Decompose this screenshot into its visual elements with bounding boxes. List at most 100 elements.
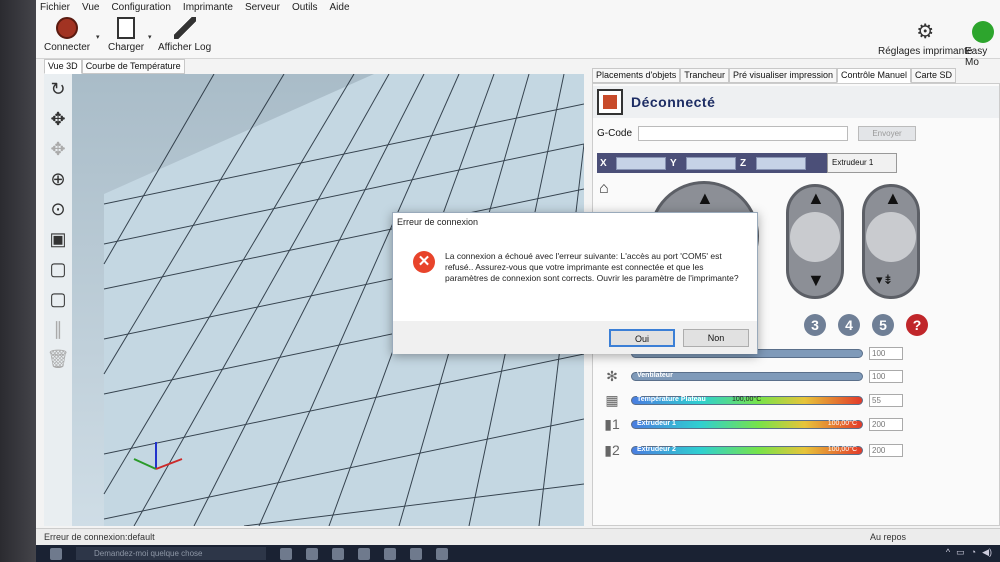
connect-dropdown-icon[interactable]: ▾ <box>96 33 100 41</box>
tab-object-placement[interactable]: Placements d'objets <box>592 68 681 83</box>
extruder2-icon[interactable]: ▮2 <box>597 442 627 459</box>
menu-fichier[interactable]: Fichier <box>40 2 70 13</box>
trash-icon[interactable]: 🗑 <box>47 348 70 370</box>
x-axis-label: X <box>600 157 607 169</box>
status-bar: Erreur de connexion:default Au repos <box>36 528 1000 545</box>
menu-vue[interactable]: Vue <box>82 2 99 13</box>
repetier-icon[interactable] <box>436 547 448 560</box>
preset-button-3[interactable]: 3 <box>804 314 826 336</box>
system-tray: ^ ▭ ◔ ◀) <box>946 547 992 558</box>
easy-mode-button[interactable]: Easy Mo <box>965 21 1000 68</box>
zoom-fit-icon[interactable]: ⊙ <box>47 198 69 220</box>
fan-label: Ventilateur <box>637 371 673 379</box>
no-button[interactable]: Non <box>683 329 749 347</box>
tab-print-preview[interactable]: Pré visualiser impression <box>728 68 837 83</box>
fan-value[interactable]: 100 <box>869 369 903 383</box>
parallel-view-icon[interactable]: ∥ <box>47 318 69 340</box>
extruder2-row: ▮2 Extrudeur 2 100,00°C 200 <box>597 441 997 459</box>
fan-icon[interactable]: ✻ <box>597 368 627 385</box>
tab-3d-view[interactable]: Vue 3D <box>44 59 82 74</box>
show-log-button[interactable]: Afficher Log <box>158 17 211 53</box>
z-axis-label: Z <box>740 157 747 169</box>
preset-button-4[interactable]: 4 <box>838 314 860 336</box>
preset-button-5[interactable]: 5 <box>872 314 894 336</box>
load-label: Charger <box>108 42 145 53</box>
menu-bar: Fichier Vue Configuration Imprimante Ser… <box>36 0 1000 15</box>
extrude-down-icon[interactable]: ▾⇟ <box>876 272 893 288</box>
zoom-in-icon[interactable]: ⊕ <box>47 168 69 190</box>
volume-icon[interactable]: ◀) <box>982 547 992 558</box>
load-button[interactable]: Charger <box>108 17 144 53</box>
bed-temp-reading: 100,00°C <box>732 395 762 403</box>
tab-manual-control[interactable]: Contrôle Manuel <box>837 68 912 83</box>
file-explorer-icon[interactable] <box>384 547 396 560</box>
document-icon <box>117 17 136 39</box>
extruder2-label: Extrudeur 2 <box>637 445 676 453</box>
top-view-icon[interactable]: ▢ <box>47 258 69 280</box>
battery-icon[interactable]: ▭ <box>956 547 965 558</box>
extruder1-icon[interactable]: ▮1 <box>597 416 627 433</box>
task-view-icon[interactable] <box>280 547 292 560</box>
menu-serveur[interactable]: Serveur <box>245 2 280 13</box>
edge-icon[interactable] <box>306 547 318 560</box>
status-right-text: Au repos <box>870 532 907 542</box>
bed-temp-value[interactable]: 55 <box>869 393 903 407</box>
y-position-field <box>686 156 736 170</box>
rotate-icon[interactable]: ↻ <box>47 78 69 100</box>
bed-temp-row: ▦ Température Plateau 100,00°C 55 <box>597 391 997 409</box>
printer-settings-label: Réglages imprimante <box>878 46 973 57</box>
home-x-icon[interactable]: ⌂ <box>599 180 609 198</box>
connect-button[interactable]: Connecter <box>44 17 90 53</box>
extruder2-slider[interactable]: Extrudeur 2 100,00°C <box>631 445 863 455</box>
start-icon[interactable] <box>50 547 62 560</box>
menu-aide[interactable]: Aide <box>330 2 350 13</box>
load-dropdown-icon[interactable]: ▾ <box>148 33 152 41</box>
move-icon[interactable]: ✥ <box>47 108 69 130</box>
extruder-jog-center <box>866 212 916 262</box>
jog-z-up-icon[interactable]: ▲ <box>807 188 825 209</box>
chrome-icon[interactable] <box>358 547 370 560</box>
extruder1-index: 1 <box>611 415 620 432</box>
front-view-icon[interactable]: ▣ <box>47 228 69 250</box>
bed-temp-slider[interactable]: Température Plateau 100,00°C <box>631 395 863 405</box>
dialog-title: Erreur de connexion <box>393 213 757 231</box>
side-view-icon[interactable]: ▢ <box>47 288 69 310</box>
help-button[interactable]: ? <box>906 314 928 336</box>
x-position-field <box>616 156 666 170</box>
left-tabs: Vue 3D Courbe de Température <box>44 59 185 74</box>
jog-z-down-icon[interactable]: ▼ <box>807 270 825 291</box>
calculator-icon[interactable] <box>410 547 422 560</box>
jog-y-plus-icon[interactable]: ▲ <box>696 188 714 209</box>
fan-slider[interactable]: Ventilateur <box>631 371 863 381</box>
bed-temp-label: Température Plateau <box>637 395 706 403</box>
taskbar-search[interactable]: Demandez-moi quelque chose <box>76 547 266 560</box>
menu-outils[interactable]: Outils <box>292 2 318 13</box>
monitor-bezel <box>0 0 36 562</box>
tab-sd-card[interactable]: Carte SD <box>911 68 957 83</box>
menu-configuration[interactable]: Configuration <box>111 2 170 13</box>
tab-temperature-curve[interactable]: Courbe de Température <box>81 59 185 74</box>
extruder2-value[interactable]: 200 <box>869 443 903 457</box>
speed-value[interactable]: 100 <box>869 346 903 360</box>
power-plug-icon <box>56 17 79 39</box>
send-button[interactable]: Envoyer <box>858 126 917 141</box>
yes-button[interactable]: Oui <box>609 329 675 347</box>
printer-settings-button[interactable]: ⚙ Réglages imprimante <box>878 21 973 57</box>
extruder1-value[interactable]: 200 <box>869 417 903 431</box>
extruder-select[interactable]: Extrudeur 1 <box>827 153 897 173</box>
tab-slicer[interactable]: Trancheur <box>680 68 729 83</box>
extruder1-reading: 100,00°C <box>827 419 857 427</box>
heated-bed-icon[interactable]: ▦ <box>597 392 627 409</box>
z-position-field <box>756 156 806 170</box>
extruder1-row: ▮1 Extrudeur 1 100,00°C 200 <box>597 415 997 433</box>
store-icon[interactable] <box>332 547 344 560</box>
menu-imprimante[interactable]: Imprimante <box>183 2 233 13</box>
extrude-up-icon[interactable]: ▲ <box>884 188 902 209</box>
gcode-input[interactable] <box>638 126 849 141</box>
tray-chevron-icon[interactable]: ^ <box>946 547 950 558</box>
status-text: Déconnecté <box>631 94 716 110</box>
network-icon[interactable]: ◔ <box>971 547 976 558</box>
error-icon: ✕ <box>413 251 435 273</box>
move-object-icon[interactable]: ✥ <box>47 138 69 160</box>
extruder1-slider[interactable]: Extrudeur 1 100,00°C <box>631 419 863 429</box>
